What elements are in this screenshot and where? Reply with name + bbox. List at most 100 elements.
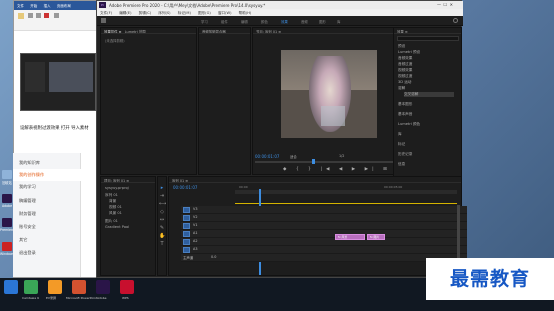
- project-item[interactable]: 背景: [109, 199, 116, 204]
- desktop-icon-adobe[interactable]: Adobe: [0, 192, 14, 214]
- sidebar-item-finance[interactable]: 财务管理: [13, 208, 81, 220]
- ribbon-tab[interactable]: 页面布局: [57, 4, 71, 8]
- timeline-timecode[interactable]: 00:00:01:07: [173, 185, 197, 190]
- project-item[interactable]: 视频 01: [109, 205, 122, 210]
- effects-item-cross-dissolve[interactable]: 交叉溶解: [404, 92, 454, 97]
- project-item[interactable]: 风景 01: [109, 211, 122, 216]
- master-volume-value[interactable]: 0.0: [211, 255, 216, 259]
- paste-icon[interactable]: [18, 13, 24, 19]
- sidebar-item-learning[interactable]: 我的学习: [13, 181, 81, 193]
- workspace-tab-learn[interactable]: 学习: [201, 19, 208, 24]
- menu-graphics[interactable]: 图形(G): [198, 11, 211, 15]
- desktop-icon-windows[interactable]: Windows: [0, 240, 14, 262]
- align-icon[interactable]: [54, 13, 59, 18]
- panel-info[interactable]: 信息: [398, 162, 405, 167]
- track-target-button[interactable]: [183, 239, 190, 245]
- effects-item-audio-effects[interactable]: 音频效果: [398, 56, 412, 61]
- timeline-title[interactable]: 序列 01 ≡: [169, 177, 461, 183]
- search-icon[interactable]: [453, 18, 458, 23]
- track-target-button[interactable]: [183, 231, 190, 237]
- effects-item-3d-motion[interactable]: 3D 运动: [398, 80, 411, 85]
- tab-effect-controls[interactable]: 效果控件 ≡: [104, 30, 121, 33]
- menu-file[interactable]: 文件(F): [100, 11, 112, 15]
- menu-edit[interactable]: 编辑(E): [119, 11, 131, 15]
- workspace-tab-effects[interactable]: 效果: [281, 19, 288, 24]
- effects-item-video-effects[interactable]: 视频效果: [398, 68, 412, 73]
- menu-clip[interactable]: 剪辑(C): [139, 11, 152, 15]
- desktop-icon-recycle[interactable]: 回收站: [0, 168, 14, 190]
- track-a3[interactable]: A3: [181, 246, 467, 254]
- home-icon[interactable]: [101, 18, 106, 23]
- workspace-tab-color[interactable]: 颜色: [261, 19, 268, 24]
- sidebar-item-manuscript[interactable]: 稿编管理: [13, 195, 81, 207]
- window-controls[interactable]: — ☐ ✕: [437, 2, 453, 7]
- slip-tool-icon[interactable]: ↔: [159, 217, 165, 223]
- project-item[interactable]: 序列 01: [105, 193, 118, 198]
- panel-essential-sound[interactable]: 基本声音: [398, 112, 412, 117]
- panel-markers[interactable]: 标记: [398, 142, 405, 147]
- track-target-button[interactable]: [183, 223, 190, 229]
- project-item[interactable]: 图片 01: [105, 219, 118, 224]
- track-target-button[interactable]: [183, 215, 190, 221]
- track-target-button[interactable]: [183, 247, 190, 253]
- desktop-icon-premiere[interactable]: Premiere: [0, 216, 14, 238]
- workspace-tab-audio[interactable]: 音频: [301, 19, 308, 24]
- sidebar-item-other[interactable]: 其它: [13, 234, 81, 246]
- sidebar-item-knowledge[interactable]: 我的知识库: [13, 157, 81, 169]
- type-tool-icon[interactable]: T: [159, 241, 165, 247]
- ribbon-tab[interactable]: 文件: [17, 4, 24, 8]
- font-color-icon[interactable]: [44, 13, 49, 18]
- ribbon-tab[interactable]: 插入: [44, 4, 51, 8]
- workspace-tab-editing[interactable]: 编辑: [241, 19, 248, 24]
- premiere-taskbar-icon[interactable]: [96, 280, 110, 294]
- effects-item-lumetri[interactable]: Lumetri 预设: [398, 50, 420, 55]
- timeline-clip[interactable]: fx 图片: [367, 234, 385, 240]
- work-area-bar[interactable]: [235, 203, 457, 204]
- bold-icon[interactable]: [28, 13, 33, 18]
- panel-lumetri-color[interactable]: Lumetri 颜色: [398, 122, 420, 127]
- effects-item-audio-transitions[interactable]: 音频过渡: [398, 62, 412, 67]
- workspace-tab-graphics[interactable]: 图形: [319, 19, 326, 24]
- razor-tool-icon[interactable]: ◇: [159, 209, 165, 215]
- track-a1[interactable]: A1: [181, 230, 467, 238]
- effects-item-video-transitions[interactable]: 视频过渡: [398, 74, 412, 79]
- sidebar-item-creation[interactable]: 我的创作操作: [13, 169, 81, 181]
- track-v3[interactable]: V3: [181, 206, 467, 214]
- premiere-window[interactable]: Adobe Premiere Pro 2020 - C:\用户\Mey\文档\A…: [96, 0, 467, 278]
- timeline-ruler[interactable]: [235, 190, 457, 194]
- effects-item-presets[interactable]: 预设: [398, 44, 405, 49]
- audio-clip-mixer-tab[interactable]: 音频剪辑混合器: [199, 28, 250, 34]
- effects-item-dissolve[interactable]: 溶解: [398, 86, 405, 91]
- ribbon-tab[interactable]: 开始: [30, 4, 37, 8]
- tab-lumetri-scopes[interactable]: Lumetri 范围: [125, 30, 146, 33]
- track-v1[interactable]: V1: [181, 222, 467, 230]
- program-timecode[interactable]: 00:00:01:07: [255, 154, 279, 159]
- project-item[interactable]: Gradient Pool: [105, 225, 129, 229]
- wps-icon[interactable]: [120, 280, 134, 294]
- menu-window[interactable]: 窗口(W): [218, 11, 232, 15]
- camtasia-icon[interactable]: [24, 280, 38, 294]
- program-playhead[interactable]: [312, 159, 315, 164]
- track-select-tool-icon[interactable]: ⇥: [159, 193, 165, 199]
- track-master[interactable]: 主声道 0.0: [181, 254, 467, 262]
- menu-sequence[interactable]: 序列(S): [158, 11, 170, 15]
- track-target-button[interactable]: [183, 207, 190, 213]
- sidebar-item-security[interactable]: 账号安全: [13, 221, 81, 233]
- hand-tool-icon[interactable]: ✋: [159, 233, 165, 239]
- pen-tool-icon[interactable]: ✎: [159, 225, 165, 231]
- menu-marker[interactable]: 标记(M): [178, 11, 191, 15]
- track-v2[interactable]: V2: [181, 214, 467, 222]
- sidebar-item-logout[interactable]: 退出登录: [13, 247, 81, 259]
- workspace-tab-libraries[interactable]: 库: [337, 19, 340, 24]
- menu-help[interactable]: 帮助(H): [239, 11, 252, 15]
- selection-tool-icon[interactable]: ▸: [159, 185, 165, 191]
- workspace-tab-assembly[interactable]: 组件: [221, 19, 228, 24]
- timeline-clip[interactable]: fx 风景: [335, 234, 365, 240]
- track-a2[interactable]: A2: [181, 238, 467, 246]
- program-fit-select[interactable]: 适合: [290, 154, 297, 159]
- start-icon[interactable]: [4, 280, 18, 294]
- italic-icon[interactable]: [36, 13, 41, 18]
- panel-essential-graphics[interactable]: 基本图形: [398, 102, 412, 107]
- panel-history[interactable]: 历史记录: [398, 152, 412, 157]
- effects-panel-title[interactable]: 效果 ≡: [394, 28, 461, 34]
